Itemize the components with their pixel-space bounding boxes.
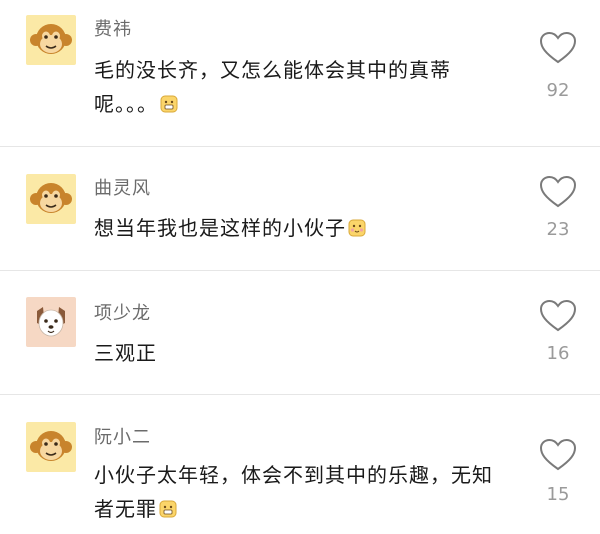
user-name[interactable]: 项少龙 [94,303,151,325]
like-count: 15 [546,484,570,505]
like-count: 16 [546,343,570,364]
monkey-avatar-icon [26,174,76,224]
user-name[interactable]: 阮小二 [94,427,151,449]
comment-text: 想当年我也是这样的小伙子 [94,211,494,245]
comment-item: 费祎 毛的没长齐，又怎么能体会其中的真蒂呢。。。 92 [0,0,600,146]
like-count: 23 [546,219,570,240]
like-heart-icon[interactable] [539,175,577,209]
user-avatar[interactable] [26,297,76,347]
user-avatar[interactable] [26,174,76,224]
comment-body: 小伙子太年轻，体会不到其中的乐趣，无知者无罪 [94,463,493,521]
comment-item: 阮小二 小伙子太年轻，体会不到其中的乐趣，无知者无罪 15 [0,395,600,534]
user-name[interactable]: 费祎 [94,19,132,41]
grin-emoji-icon [160,95,178,113]
comment-item: 项少龙 三观正 16 [0,271,600,394]
like-heart-icon[interactable] [539,299,577,333]
user-avatar[interactable] [26,422,76,472]
monkey-avatar-icon [26,422,76,472]
comment-item: 曲灵风 想当年我也是这样的小伙子 23 [0,147,600,270]
shy-emoji-icon [348,219,366,237]
comment-text: 毛的没长齐，又怎么能体会其中的真蒂呢。。。 [94,53,494,121]
like-count: 92 [546,80,570,101]
comment-body: 想当年我也是这样的小伙子 [94,216,346,240]
comment-text: 小伙子太年轻，体会不到其中的乐趣，无知者无罪 [94,458,494,526]
like-heart-icon[interactable] [539,438,577,472]
like-heart-icon[interactable] [539,31,577,65]
monkey-avatar-icon [26,15,76,65]
comment-body: 毛的没长齐，又怎么能体会其中的真蒂呢。。。 [94,58,451,116]
user-name[interactable]: 曲灵风 [94,178,151,200]
grin-emoji-icon [159,500,177,518]
user-avatar[interactable] [26,15,76,65]
comment-text: 三观正 [94,336,494,370]
comment-body: 三观正 [94,341,157,365]
dog-avatar-icon [26,297,76,347]
